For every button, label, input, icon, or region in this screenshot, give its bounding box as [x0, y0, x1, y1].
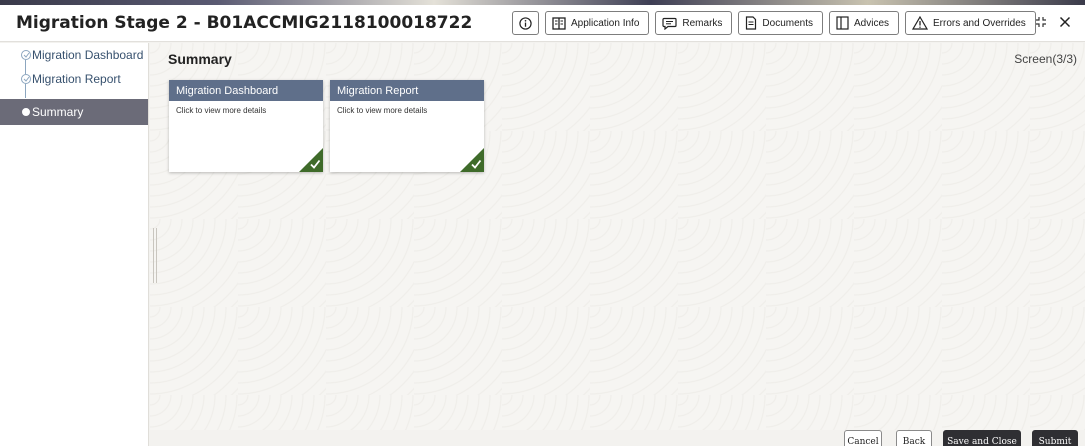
info-button[interactable]: [512, 11, 539, 35]
completed-step-icon: [21, 74, 31, 84]
collapse-icon[interactable]: [1035, 16, 1047, 28]
errors-and-overrides-button[interactable]: Errors and Overrides: [905, 11, 1036, 35]
columns-icon: [836, 16, 849, 30]
checkmark-icon: [310, 159, 321, 169]
document-icon: [746, 16, 757, 30]
back-button[interactable]: Back: [896, 430, 932, 446]
screen-indicator: Screen(3/3): [1014, 52, 1077, 66]
application-info-button[interactable]: Application Info: [545, 11, 650, 35]
application-info-label: Application Info: [571, 17, 640, 29]
sidebar-item-migration-dashboard[interactable]: Migration Dashboard: [0, 43, 148, 74]
submit-button[interactable]: Submit: [1032, 430, 1078, 446]
window-header: Migration Stage 2 - B01ACCMIG21181000187…: [0, 5, 1085, 42]
header-toolbar: Application Info Remarks Documents Advic…: [512, 11, 1036, 35]
close-icon[interactable]: [1059, 16, 1071, 28]
sidebar-item-label: Migration Dashboard: [32, 48, 144, 62]
errors-and-overrides-label: Errors and Overrides: [933, 17, 1026, 29]
documents-button[interactable]: Documents: [738, 11, 823, 35]
documents-label: Documents: [762, 17, 813, 29]
sidebar-item-label: Summary: [32, 105, 84, 119]
sidebar-item-label: Migration Report: [32, 72, 121, 86]
warning-icon: [912, 16, 928, 30]
book-icon: [552, 16, 566, 30]
remarks-button[interactable]: Remarks: [655, 11, 733, 35]
stage-navigation: Migration Dashboard Migration Report Sum…: [0, 43, 149, 446]
summary-card-migration-dashboard[interactable]: Migration Dashboard Click to view more d…: [169, 80, 323, 172]
sidebar-item-summary[interactable]: Summary: [0, 99, 148, 125]
card-title: Migration Dashboard: [169, 80, 323, 101]
step-connector: [25, 84, 26, 98]
card-title: Migration Report: [330, 80, 484, 101]
section-title: Summary: [168, 51, 232, 67]
current-step-icon: [22, 108, 30, 116]
info-icon: [519, 16, 532, 30]
advices-button[interactable]: Advices: [828, 11, 899, 35]
comment-icon: [662, 17, 677, 30]
main-content: Summary Screen(3/3) Migration Dashboard …: [150, 43, 1085, 430]
sidebar-item-migration-report[interactable]: Migration Report: [0, 67, 148, 98]
completed-step-icon: [21, 50, 31, 60]
summary-card-migration-report[interactable]: Migration Report Click to view more deta…: [330, 80, 484, 172]
card-subtitle: Click to view more details: [337, 106, 428, 115]
card-subtitle: Click to view more details: [176, 106, 267, 115]
window-controls: [1035, 16, 1071, 28]
advices-label: Advices: [853, 17, 889, 29]
checkmark-icon: [471, 159, 482, 169]
cancel-button[interactable]: Cancel: [844, 430, 882, 446]
save-and-close-button[interactable]: Save and Close: [943, 430, 1021, 446]
page-title: Migration Stage 2 - B01ACCMIG21181000187…: [16, 13, 473, 33]
remarks-label: Remarks: [682, 17, 723, 29]
panel-resize-handle[interactable]: [153, 228, 157, 283]
